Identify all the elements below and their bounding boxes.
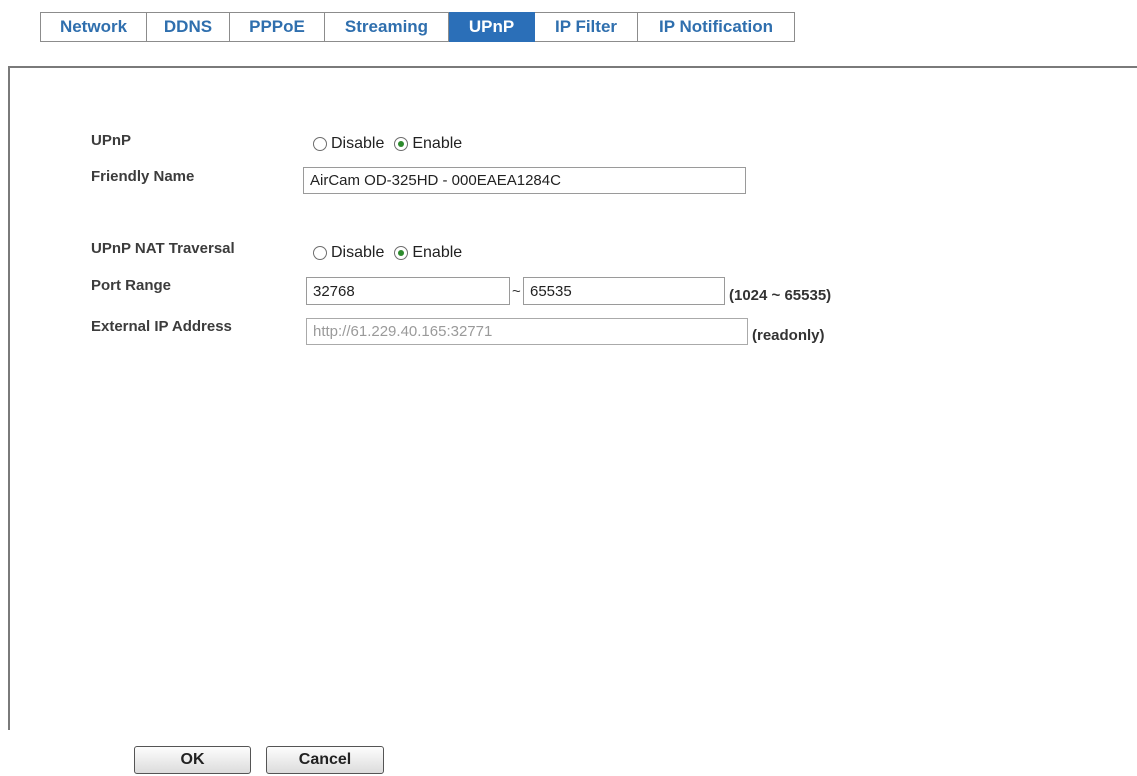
nat-enable-radio[interactable] — [394, 246, 409, 260]
upnp-label: UPnP — [91, 132, 132, 149]
port-range-start-input[interactable]: 32768 — [306, 277, 510, 305]
ok-button[interactable]: OK — [134, 746, 251, 774]
port-range-separator: ~ — [512, 283, 521, 300]
upnp-enable-option[interactable]: Enable — [394, 135, 462, 153]
tab-ddns[interactable]: DDNS — [147, 12, 230, 42]
tab-ip-filter[interactable]: IP Filter — [535, 12, 638, 42]
upnp-enable-label: Enable — [412, 135, 463, 152]
port-range-label: Port Range — [91, 277, 172, 294]
cancel-button[interactable]: Cancel — [266, 746, 384, 774]
external-ip-field: http://61.229.40.165:32771 — [306, 318, 748, 345]
external-ip-label: External IP Address — [91, 318, 232, 335]
upnp-radio-group: Disable Enable — [313, 135, 472, 153]
tab-upnp[interactable]: UPnP — [449, 12, 535, 42]
upnp-settings-panel: UPnP Disable Enable Friendly Name AirCam… — [8, 66, 1137, 730]
radio-selected-dot — [398, 250, 405, 256]
upnp-disable-radio[interactable] — [313, 137, 327, 151]
nat-traversal-radio-group: Disable Enable — [313, 244, 472, 262]
port-range-end-input[interactable]: 65535 — [523, 277, 725, 305]
upnp-disable-option[interactable]: Disable — [313, 135, 384, 153]
radio-selected-dot — [398, 141, 405, 147]
external-ip-readonly-note: (readonly) — [752, 327, 825, 344]
settings-tabs: Network DDNS PPPoE Streaming UPnP IP Fil… — [40, 12, 795, 42]
friendly-name-label: Friendly Name — [91, 168, 195, 185]
nat-enable-label: Enable — [412, 244, 463, 261]
tab-ip-notification[interactable]: IP Notification — [638, 12, 795, 42]
tab-pppoe[interactable]: PPPoE — [230, 12, 325, 42]
upnp-enable-radio[interactable] — [394, 137, 409, 151]
tab-streaming[interactable]: Streaming — [325, 12, 449, 42]
nat-enable-option[interactable]: Enable — [394, 244, 462, 262]
nat-disable-option[interactable]: Disable — [313, 244, 384, 262]
nat-disable-radio[interactable] — [313, 246, 327, 260]
nat-disable-label: Disable — [331, 244, 385, 261]
port-range-hint: (1024 ~ 65535) — [729, 287, 832, 304]
upnp-disable-label: Disable — [331, 135, 385, 152]
tab-network[interactable]: Network — [40, 12, 147, 42]
friendly-name-input[interactable]: AirCam OD-325HD - 000EAEA1284C — [303, 167, 746, 194]
nat-traversal-label: UPnP NAT Traversal — [91, 240, 235, 257]
